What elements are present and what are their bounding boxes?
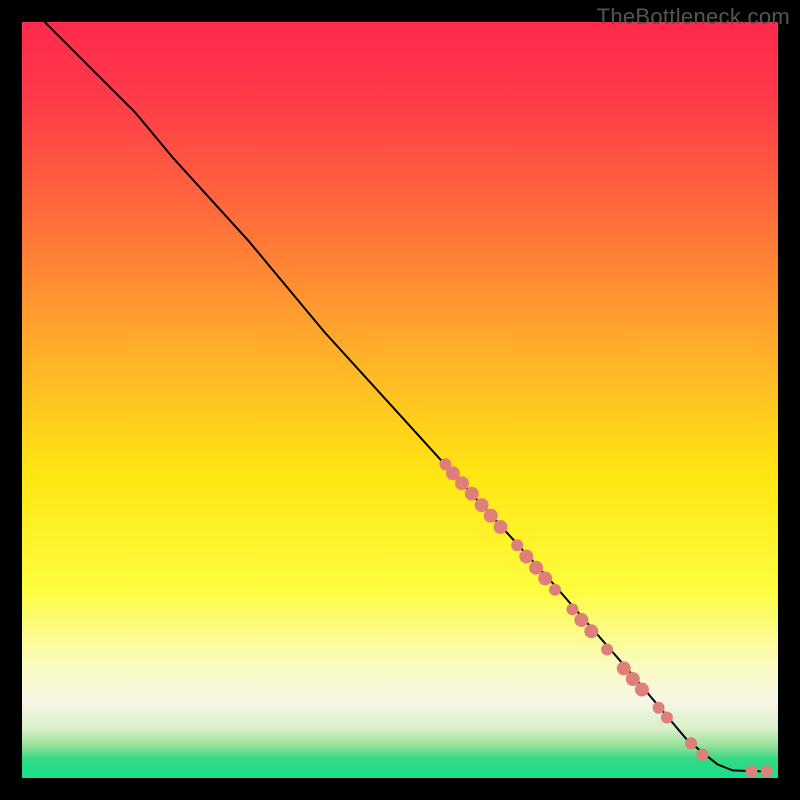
- data-marker: [455, 476, 469, 490]
- data-marker: [661, 712, 673, 724]
- data-marker: [584, 624, 598, 638]
- data-marker: [529, 561, 543, 575]
- data-marker: [511, 539, 523, 551]
- data-marker: [761, 765, 773, 777]
- data-marker: [566, 603, 578, 615]
- data-marker: [574, 613, 588, 627]
- data-marker: [465, 487, 479, 501]
- chart-stage: TheBottleneck.com: [0, 0, 800, 800]
- data-marker: [494, 520, 508, 534]
- data-marker: [475, 498, 489, 512]
- plot-area: [22, 22, 778, 778]
- data-marker: [746, 765, 758, 777]
- data-marker: [653, 702, 665, 714]
- data-marker: [635, 683, 649, 697]
- data-marker: [484, 509, 498, 523]
- gradient-background: [22, 22, 778, 778]
- data-marker: [549, 584, 561, 596]
- watermark-text: TheBottleneck.com: [597, 4, 790, 30]
- chart-svg: [22, 22, 778, 778]
- data-marker: [538, 571, 552, 585]
- data-marker: [696, 749, 708, 761]
- data-marker: [617, 661, 631, 675]
- data-marker: [601, 644, 613, 656]
- data-marker: [685, 737, 697, 749]
- data-marker: [519, 550, 533, 564]
